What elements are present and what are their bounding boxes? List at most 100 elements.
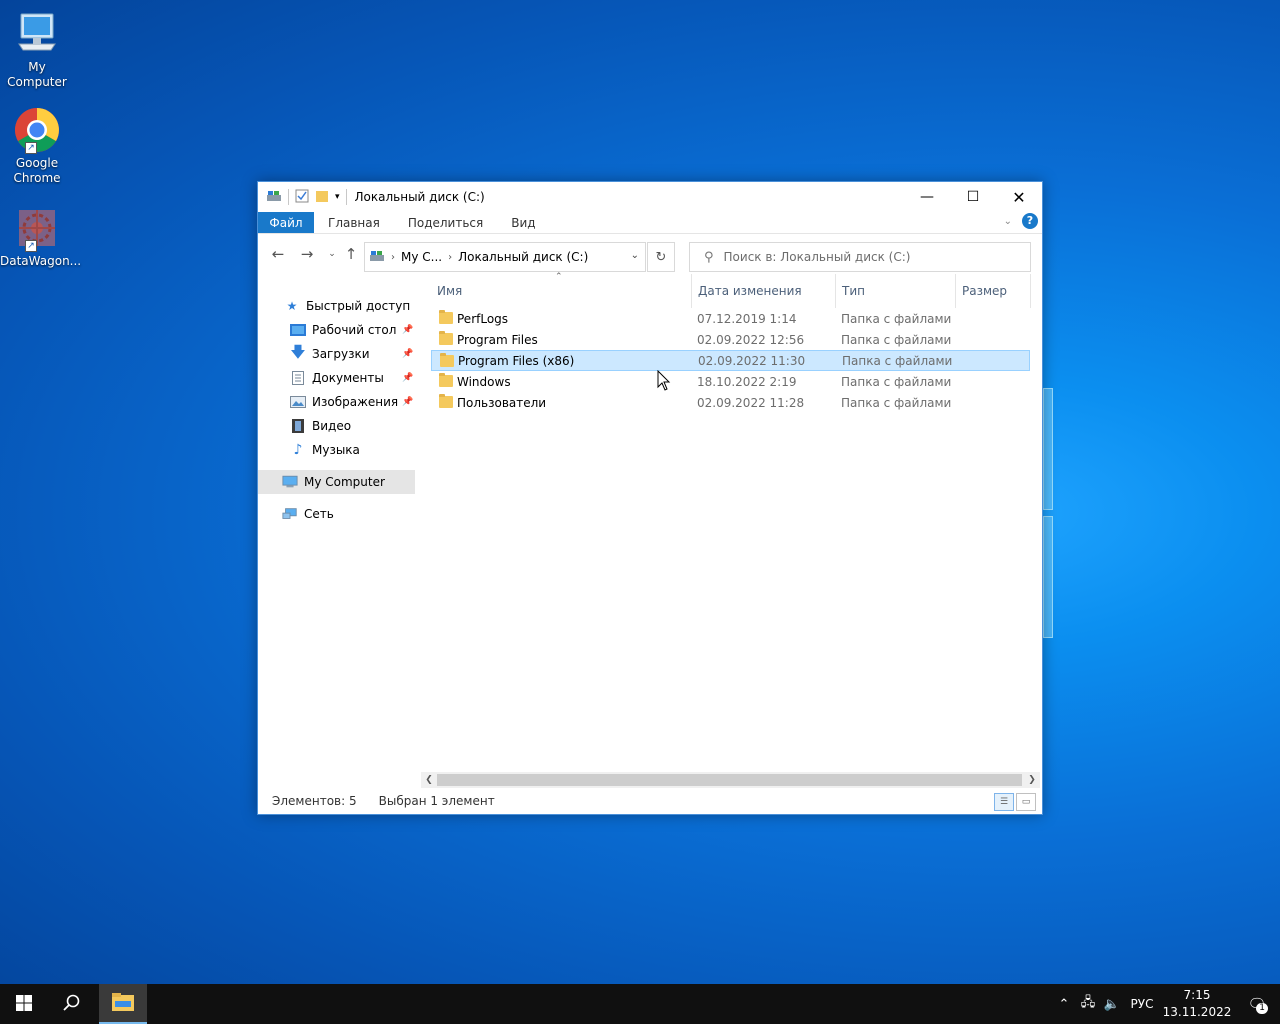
navigation-pane: ★ Быстрый доступ Рабочий стол 📌 🡇 Загруз…	[258, 274, 415, 788]
column-header-name[interactable]: Имя	[431, 274, 691, 308]
nav-item-music[interactable]: ♪ Музыка	[258, 438, 415, 462]
search-input[interactable]: ⚲ Поиск в: Локальный диск (C:)	[689, 242, 1031, 272]
properties-icon[interactable]	[295, 189, 309, 206]
folder-icon	[439, 394, 453, 408]
details-view-icon: ☰	[999, 797, 1009, 807]
desktop-icon-label: DataWagon...	[0, 254, 82, 268]
nav-item-label: Сеть	[304, 507, 334, 521]
horizontal-scrollbar[interactable]: ❮ ❯	[421, 772, 1040, 788]
nav-item-desktop[interactable]: Рабочий стол 📌	[258, 318, 415, 342]
customize-toolbar-dropdown-icon[interactable]: ▾	[335, 192, 340, 202]
computer-icon	[282, 475, 298, 489]
breadcrumb-local-disk[interactable]: Локальный диск (C:)	[458, 250, 588, 264]
clock-date: 13.11.2022	[1162, 1005, 1232, 1019]
file-date: 18.10.2022 2:19	[697, 374, 797, 389]
table-row[interactable]: Program Files (x86) 02.09.2022 11:30 Папка…	[431, 350, 1030, 371]
file-type: Папка с файлами	[841, 311, 952, 326]
star-icon: ★	[286, 299, 298, 313]
tab-share[interactable]: Поделиться	[394, 212, 497, 233]
minimize-icon: —	[920, 189, 934, 205]
close-button[interactable]: ✕	[996, 182, 1042, 212]
nav-item-label: Изображения	[312, 395, 399, 409]
drive-icon	[369, 250, 385, 265]
minimize-button[interactable]: —	[904, 182, 950, 212]
column-header-type[interactable]: Тип	[835, 274, 955, 308]
taskbar-file-explorer[interactable]	[99, 984, 147, 1024]
explorer-window: ▾ Локальный диск (C:) — ☐ ✕ Файл Главная…	[257, 181, 1043, 815]
desktop-icon-my-computer[interactable]: My Computer	[0, 10, 74, 90]
quick-access-toolbar: ▾	[258, 189, 347, 206]
file-name: Пользователи	[457, 395, 547, 410]
help-icon[interactable]: ?	[1022, 213, 1038, 229]
file-name: Program Files	[457, 332, 538, 347]
music-note-icon: ♪	[293, 442, 303, 458]
show-hidden-icons-chevron-icon[interactable]: ⌃	[1052, 997, 1076, 1012]
search-placeholder: Поиск в: Локальный диск (C:)	[723, 250, 911, 264]
maximize-button[interactable]: ☐	[950, 182, 996, 212]
network-status-icon[interactable]: 🖧	[1076, 993, 1100, 1015]
column-header-date[interactable]: Дата изменения	[691, 274, 835, 308]
back-button[interactable]: ←	[266, 242, 290, 266]
folder-icon	[440, 353, 454, 367]
nav-item-label: Документы	[312, 371, 384, 385]
table-row[interactable]: PerfLogs 07.12.2019 1:14 Папка с файлами	[431, 308, 1030, 329]
table-row[interactable]: Windows 18.10.2022 2:19 Папка с файлами	[431, 371, 1030, 392]
nav-item-pictures[interactable]: Изображения 📌	[258, 390, 415, 414]
address-dropdown-icon[interactable]: ⌄	[631, 250, 639, 261]
tab-view[interactable]: Вид	[497, 212, 549, 233]
datawagon-icon: ↗	[13, 204, 61, 252]
window-title: Локальный диск (C:)	[354, 190, 485, 204]
nav-item-videos[interactable]: Видео	[258, 414, 415, 438]
column-header-size[interactable]: Размер	[955, 274, 1031, 308]
download-arrow-icon: 🡇	[290, 342, 306, 361]
scrollbar-thumb[interactable]	[437, 774, 1022, 786]
desktop-icon-datawagon[interactable]: ↗ DataWagon...	[0, 204, 82, 269]
notification-count-badge: 1	[1256, 1003, 1268, 1014]
desktop-light-beam	[1043, 516, 1053, 638]
scroll-right-icon[interactable]: ❯	[1024, 772, 1040, 788]
nav-item-my-computer[interactable]: My Computer	[258, 470, 415, 494]
drive-icon	[266, 189, 282, 206]
desktop-icon-label: My Computer	[7, 60, 67, 89]
tab-home[interactable]: Главная	[314, 212, 394, 233]
desktop-icon-google-chrome[interactable]: ↗ Google Chrome	[0, 106, 74, 186]
refresh-icon: ↻	[655, 249, 667, 265]
pictures-icon	[290, 395, 306, 409]
action-center-button[interactable]: 🗨 1	[1234, 984, 1280, 1024]
file-type: Папка с файлами	[841, 332, 952, 347]
scroll-left-icon[interactable]: ❮	[421, 772, 437, 788]
new-folder-icon[interactable]	[315, 189, 329, 206]
column-headers: ⌃ Имя Дата изменения Тип Размер	[431, 272, 1031, 308]
expand-ribbon-icon[interactable]: ⌄	[1004, 216, 1012, 227]
table-row[interactable]: Пользователи 02.09.2022 11:28 Папка с файл…	[431, 392, 1030, 413]
clock-time: 7:15	[1183, 988, 1211, 1002]
file-type: Папка с файлами	[841, 374, 952, 389]
shortcut-arrow-icon: ↗	[25, 142, 37, 154]
refresh-button[interactable]: ↻	[647, 242, 675, 272]
volume-icon[interactable]: 🔈	[1100, 997, 1124, 1012]
status-bar: Элементов: 5 Выбран 1 элемент ☰ ▭	[258, 788, 1042, 814]
large-icons-view-icon: ▭	[1021, 797, 1031, 807]
file-date: 07.12.2019 1:14	[697, 311, 797, 326]
search-button[interactable]	[48, 984, 96, 1024]
file-name: Program Files (x86)	[458, 353, 575, 368]
arrow-left-icon: ←	[271, 245, 285, 263]
nav-item-network[interactable]: Сеть	[258, 502, 415, 526]
language-indicator[interactable]: РУС	[1124, 997, 1160, 1011]
up-button[interactable]: ↑	[339, 242, 363, 266]
nav-item-downloads[interactable]: 🡇 Загрузки 📌	[258, 342, 415, 366]
nav-quick-access[interactable]: ★ Быстрый доступ	[258, 294, 415, 318]
details-view-button[interactable]: ☰	[994, 793, 1014, 811]
nav-item-label: Музыка	[312, 443, 360, 457]
breadcrumb-my-computer[interactable]: My C...	[401, 250, 442, 264]
forward-button[interactable]: →	[295, 242, 319, 266]
large-icons-view-button[interactable]: ▭	[1016, 793, 1036, 811]
address-bar[interactable]: › My C... › Локальный диск (C:) ⌄	[364, 242, 646, 272]
nav-item-documents[interactable]: Документы 📌	[258, 366, 415, 390]
start-button[interactable]	[0, 984, 48, 1024]
table-row[interactable]: Program Files 02.09.2022 12:56 Папка с фай…	[431, 329, 1030, 350]
title-bar: ▾ Локальный диск (C:) — ☐ ✕	[258, 182, 1042, 212]
arrow-right-icon: →	[300, 245, 314, 263]
tab-file[interactable]: Файл	[258, 212, 314, 233]
clock[interactable]: 7:15 13.11.2022	[1160, 987, 1234, 1021]
